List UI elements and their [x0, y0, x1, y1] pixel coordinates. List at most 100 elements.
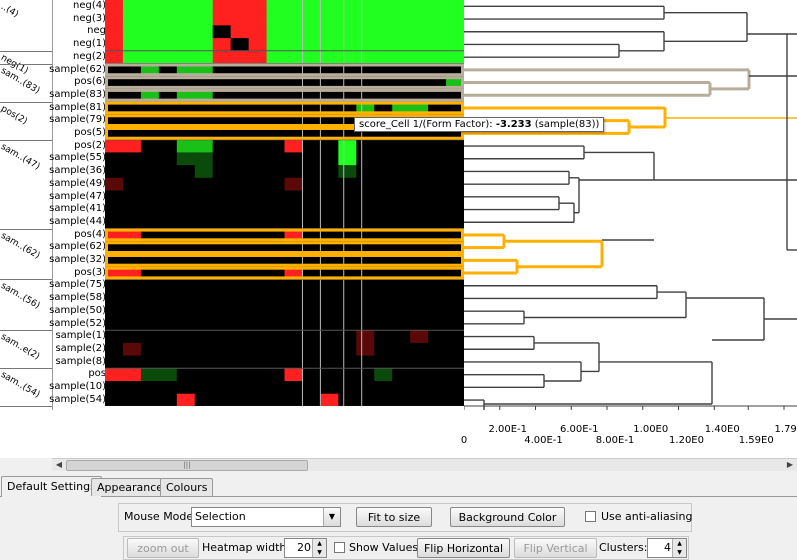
- heatmap-cell[interactable]: [410, 12, 429, 26]
- heatmap-cell[interactable]: [122, 177, 142, 191]
- heatmap-cell[interactable]: [356, 317, 375, 331]
- heatmap-cell[interactable]: [446, 393, 464, 406]
- heatmap-cell[interactable]: [140, 139, 160, 153]
- heatmap-cell[interactable]: [122, 165, 142, 179]
- heatmap-cell[interactable]: [158, 50, 178, 64]
- heatmap-cell[interactable]: [410, 355, 429, 369]
- heatmap-cell[interactable]: [320, 355, 339, 369]
- heatmap-cell[interactable]: [302, 12, 321, 26]
- heatmap-cell[interactable]: [428, 279, 447, 293]
- heatmap-cell[interactable]: [320, 190, 339, 204]
- chevron-down-icon[interactable]: ▼: [323, 508, 340, 526]
- heatmap-cell[interactable]: [176, 25, 196, 39]
- heatmap-cell[interactable]: [356, 342, 375, 357]
- row-label[interactable]: pos(5): [74, 127, 106, 139]
- heatmap-cell[interactable]: [212, 342, 232, 357]
- heatmap-cell[interactable]: [105, 203, 124, 217]
- row-label[interactable]: sample(44): [49, 216, 106, 228]
- heatmap-cell[interactable]: [266, 203, 285, 217]
- heatmap-cell[interactable]: [374, 215, 393, 230]
- heatmap-cell[interactable]: [338, 330, 357, 344]
- heatmap-cell[interactable]: [194, 304, 214, 318]
- heatmap-cell[interactable]: [446, 203, 464, 217]
- row-label[interactable]: neg(2): [73, 51, 106, 63]
- row-label[interactable]: sample(81): [49, 102, 106, 114]
- heatmap-cell[interactable]: [338, 12, 357, 26]
- heatmap-cell[interactable]: [212, 215, 232, 230]
- heatmap-cell[interactable]: [140, 279, 160, 293]
- heatmap-cell[interactable]: [194, 152, 214, 166]
- heatmap-cell[interactable]: [446, 25, 464, 39]
- heatmap-cell[interactable]: [212, 368, 232, 382]
- heatmap-cell[interactable]: [428, 317, 447, 331]
- heatmap-cell[interactable]: [140, 355, 160, 369]
- spin-down-icon[interactable]: ▼: [313, 548, 326, 557]
- heatmap-cell[interactable]: [194, 355, 214, 369]
- heatmap-cell[interactable]: [158, 279, 178, 293]
- heatmap-cell[interactable]: [248, 25, 268, 39]
- heatmap-cell[interactable]: [230, 393, 250, 406]
- heatmap-cell[interactable]: [392, 355, 411, 369]
- heatmap-cell[interactable]: [122, 381, 142, 395]
- heatmap-cell[interactable]: [284, 25, 303, 39]
- heatmap-cell[interactable]: [428, 12, 447, 26]
- heatmap-cell[interactable]: [428, 50, 447, 64]
- heatmap-cell[interactable]: [302, 152, 321, 166]
- heatmap-cell[interactable]: [212, 177, 232, 191]
- heatmap-cell[interactable]: [158, 317, 178, 331]
- heatmap-cell[interactable]: [266, 25, 285, 39]
- heatmap-cell[interactable]: [338, 355, 357, 369]
- heatmap-cell[interactable]: [176, 165, 196, 179]
- heatmap-cell[interactable]: [212, 330, 232, 344]
- spin-up-icon[interactable]: ▲: [313, 539, 326, 548]
- heatmap-cell[interactable]: [176, 368, 196, 382]
- heatmap-cell[interactable]: [302, 279, 321, 293]
- heatmap-cell[interactable]: [338, 177, 357, 191]
- heatmap-cell[interactable]: [446, 139, 464, 153]
- row-label[interactable]: sample(8): [55, 356, 106, 368]
- heatmap-cell[interactable]: [212, 25, 232, 39]
- heatmap-cell[interactable]: [302, 368, 321, 382]
- heatmap-cell[interactable]: [302, 203, 321, 217]
- heatmap-cell[interactable]: [356, 139, 375, 153]
- anti-aliasing-checkbox[interactable]: [585, 511, 596, 522]
- row-label[interactable]: sample(55): [49, 152, 106, 164]
- heatmap-cell[interactable]: [122, 190, 142, 204]
- heatmap-cell[interactable]: [122, 292, 142, 306]
- heatmap-cell[interactable]: [158, 292, 178, 306]
- heatmap-cell[interactable]: [338, 38, 357, 52]
- heatmap-cell[interactable]: [230, 25, 250, 39]
- heatmap-cell[interactable]: [284, 292, 303, 306]
- heatmap-cell[interactable]: [140, 381, 160, 395]
- heatmap-cell[interactable]: [176, 50, 196, 64]
- heatmap-cell[interactable]: [122, 38, 142, 52]
- heatmap-cell[interactable]: [338, 304, 357, 318]
- heatmap-cell[interactable]: [248, 38, 268, 52]
- row-label[interactable]: sample(1): [55, 330, 106, 342]
- heatmap-cell[interactable]: [356, 12, 375, 26]
- heatmap-cell[interactable]: [392, 152, 411, 166]
- heatmap-cell[interactable]: [122, 25, 142, 39]
- heatmap-cell[interactable]: [392, 279, 411, 293]
- heatmap-cell[interactable]: [176, 304, 196, 318]
- heatmap-cell[interactable]: [410, 304, 429, 318]
- heatmap-cell[interactable]: [410, 177, 429, 191]
- heatmap-cell[interactable]: [230, 203, 250, 217]
- heatmap-cell[interactable]: [230, 215, 250, 230]
- heatmap-cell[interactable]: [212, 165, 232, 179]
- heatmap-cell[interactable]: [122, 0, 142, 14]
- heatmap-cell[interactable]: [194, 38, 214, 52]
- heatmap-cell[interactable]: [320, 304, 339, 318]
- row-label[interactable]: neg(4): [73, 0, 106, 12]
- heatmap-cell[interactable]: [410, 38, 429, 52]
- heatmap-cell[interactable]: [230, 317, 250, 331]
- heatmap-cell[interactable]: [392, 12, 411, 26]
- heatmap-cell[interactable]: [356, 50, 375, 64]
- heatmap-cell[interactable]: [338, 342, 357, 357]
- heatmap-cell[interactable]: [194, 279, 214, 293]
- heatmap-cell[interactable]: [122, 355, 142, 369]
- heatmap-cell[interactable]: [392, 330, 411, 344]
- heatmap-cell[interactable]: [374, 368, 393, 382]
- heatmap-cell[interactable]: [194, 139, 214, 153]
- heatmap-cell[interactable]: [105, 368, 124, 382]
